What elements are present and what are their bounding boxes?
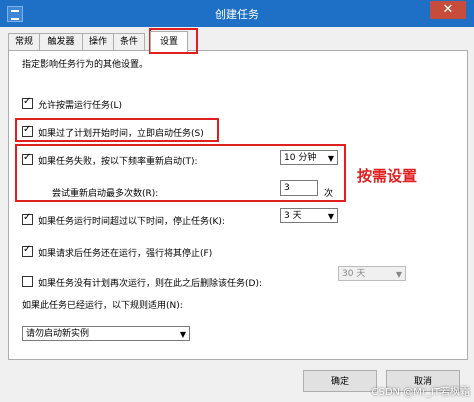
already-running-label: 如果此任务已经运行，以下规则适用(N): (22, 301, 183, 311)
chevron-down-icon: ▼ (179, 330, 186, 339)
highlight-run-asap (15, 118, 219, 142)
settings-description: 指定影响任务行为的其他设置。 (22, 60, 149, 70)
allow-on-demand-checkbox[interactable] (22, 96, 33, 109)
delete-delay-value: 30 天 (342, 269, 366, 279)
ok-button[interactable]: 确定 (303, 370, 377, 392)
annotation-text: 按需设置 (357, 167, 418, 185)
delete-delay-select[interactable]: 30 天 ▼ (338, 266, 406, 281)
create-task-window: 创建任务 ✕ 常规 触发器 操作 条件 设置 指定影响任务行为的其他设置。 允许… (0, 0, 474, 402)
force-stop-label: 如果请求后任务还在运行，强行将其停止(F) (38, 249, 213, 259)
force-stop-checkbox[interactable] (22, 244, 33, 257)
tab-general[interactable]: 常规 (8, 33, 40, 50)
close-button[interactable]: ✕ (430, 1, 466, 19)
watermark: CSDN @Mr_IT若枫霜 (371, 387, 471, 398)
window-title: 创建任务 (215, 8, 259, 21)
stop-if-runs-longer-checkbox[interactable] (22, 212, 33, 225)
delete-if-not-scheduled-checkbox[interactable] (22, 276, 33, 287)
delete-if-not-scheduled-label: 如果任务没有计划再次运行，则在此之后删除该任务(D): (38, 279, 262, 289)
stop-duration-value: 3 天 (284, 211, 302, 221)
already-running-value: 请勿启动新实例 (26, 329, 90, 339)
stop-if-runs-longer-label: 如果任务运行时间超过以下时间，停止任务(K): (38, 217, 225, 227)
allow-on-demand-label: 允许按需运行任务(L) (38, 101, 123, 111)
settings-panel (8, 50, 468, 360)
tab-actions[interactable]: 操作 (82, 33, 114, 50)
already-running-select[interactable]: 请勿启动新实例 ▼ (22, 326, 190, 341)
highlight-restart (15, 144, 346, 202)
chevron-down-icon: ▼ (327, 212, 334, 221)
title-bar: 创建任务 ✕ (0, 0, 474, 27)
tab-settings[interactable]: 设置 (150, 31, 188, 52)
stop-duration-select[interactable]: 3 天 ▼ (280, 208, 338, 223)
tab-conditions[interactable]: 条件 (113, 33, 145, 50)
chevron-down-icon: ▼ (395, 270, 402, 279)
tab-triggers[interactable]: 触发器 (39, 33, 83, 50)
